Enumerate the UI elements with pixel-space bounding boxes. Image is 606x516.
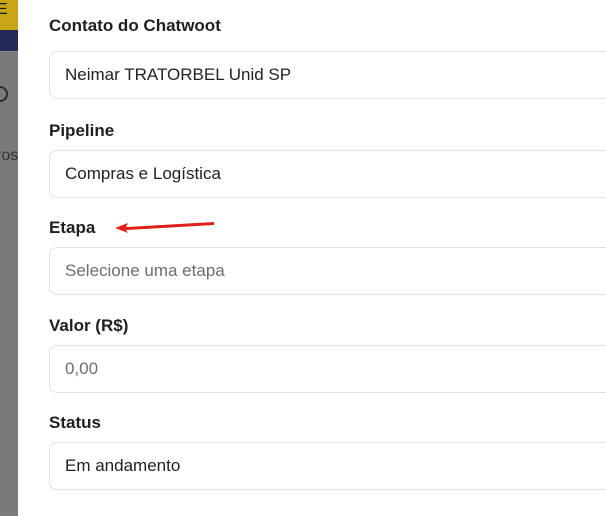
backdrop-search-icon xyxy=(0,86,8,102)
backdrop-partial-text: ros xyxy=(0,147,18,164)
backdrop-divider xyxy=(0,51,18,52)
pipeline-label: Pipeline xyxy=(49,121,115,140)
status-value: Em andamento xyxy=(65,456,181,475)
stage-select[interactable]: Selecione uma etapa xyxy=(49,247,606,295)
backdrop-nav-bar xyxy=(0,30,18,52)
value-placeholder: 0,00 xyxy=(65,359,99,378)
contact-value: Neimar TRATORBEL Unid SP xyxy=(65,65,292,84)
red-arrow-icon xyxy=(115,222,214,233)
backdrop-header-letter: E xyxy=(0,1,8,18)
stage-label: Etapa xyxy=(49,218,96,237)
value-label: Valor (R$) xyxy=(49,316,129,335)
backdrop-overlay: E ros xyxy=(0,0,18,516)
contact-field[interactable]: Neimar TRATORBEL Unid SP xyxy=(49,51,606,99)
status-select[interactable]: Em andamento xyxy=(49,442,606,490)
backdrop-header-bar: E xyxy=(0,0,18,30)
status-label: Status xyxy=(49,413,101,432)
stage-placeholder: Selecione uma etapa xyxy=(65,261,225,280)
contact-label: Contato do Chatwoot xyxy=(49,16,221,35)
pipeline-select[interactable]: Compras e Logística xyxy=(49,150,606,198)
pipeline-value: Compras e Logística xyxy=(65,164,221,183)
form-panel: Contato do Chatwoot Neimar TRATORBEL Uni… xyxy=(18,0,606,516)
value-input[interactable]: 0,00 xyxy=(49,345,606,393)
